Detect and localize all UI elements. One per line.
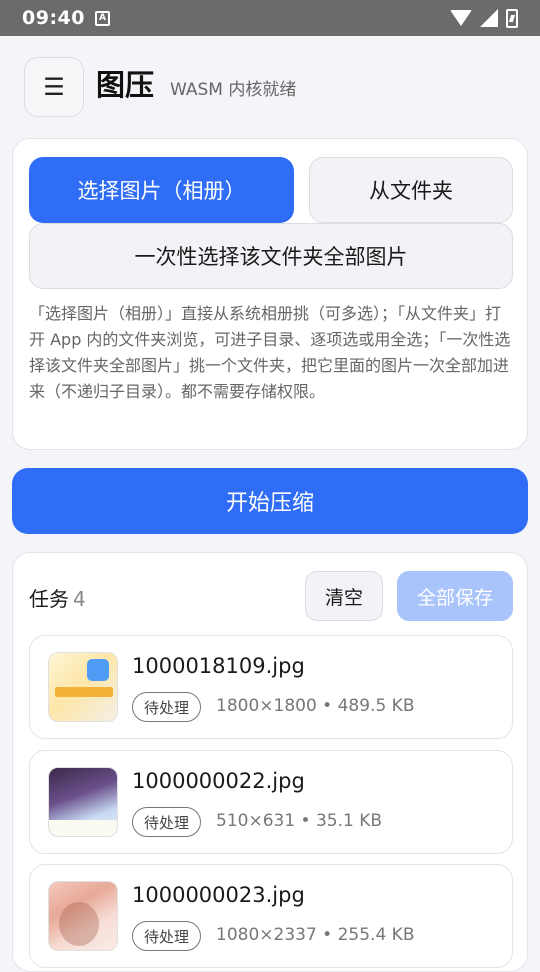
image-thumbnail xyxy=(48,881,118,951)
tasks-heading: 任务 4 xyxy=(29,583,86,612)
menu-button[interactable]: ☰ xyxy=(24,57,84,117)
task-item[interactable]: 1000018109.jpg 待处理 1800×1800 • 489.5 KB xyxy=(29,635,513,739)
status-badge: 待处理 xyxy=(132,921,202,951)
save-all-button[interactable]: 全部保存 xyxy=(397,571,513,621)
picker-card: 选择图片（相册） 从文件夹 一次性选择该文件夹全部图片 「选择图片（相册）」直接… xyxy=(12,138,528,450)
select-from-album-button[interactable]: 选择图片（相册） xyxy=(29,157,294,223)
signal-icon xyxy=(480,9,498,27)
task-meta: 1800×1800 • 489.5 KB xyxy=(216,696,415,716)
start-compress-button[interactable]: 开始压缩 xyxy=(12,468,528,534)
status-bar: 09:40 A xyxy=(0,0,540,36)
task-item[interactable]: 1000000022.jpg 待处理 510×631 • 35.1 KB xyxy=(29,750,513,854)
image-thumbnail xyxy=(48,767,118,837)
photo-graphic xyxy=(59,902,99,946)
task-item[interactable]: 1000000023.jpg 待处理 1080×2337 • 255.4 KB xyxy=(29,864,513,968)
clear-button[interactable]: 清空 xyxy=(305,571,383,621)
select-from-folder-button[interactable]: 从文件夹 xyxy=(309,157,513,223)
wifi-icon xyxy=(450,10,472,26)
tasks-count: 4 xyxy=(73,587,86,611)
app-title: 图压 xyxy=(96,68,155,102)
notification-a-icon: A xyxy=(94,10,110,26)
logo-graphic xyxy=(87,659,109,681)
status-time: 09:40 xyxy=(22,7,85,29)
engine-status: WASM 内核就绪 xyxy=(170,80,297,100)
status-badge: 待处理 xyxy=(132,807,202,837)
image-thumbnail xyxy=(48,652,118,722)
battery-charging-icon xyxy=(506,8,518,28)
task-meta: 1080×2337 • 255.4 KB xyxy=(216,925,415,945)
caption-strip xyxy=(49,820,117,836)
tasks-card: 任务 4 清空 全部保存 1000018109.jpg 待处理 1800×1800… xyxy=(12,552,528,972)
select-whole-folder-button[interactable]: 一次性选择该文件夹全部图片 xyxy=(29,223,513,289)
banner-graphic xyxy=(55,687,113,697)
task-filename: 1000018109.jpg xyxy=(132,654,305,678)
picker-help-text: 「选择图片（相册）」直接从系统相册挑（可多选）；「从文件夹」打开 App 内的文… xyxy=(29,304,511,401)
tasks-label: 任务 xyxy=(29,587,69,611)
menu-icon: ☰ xyxy=(43,73,65,101)
task-filename: 1000000022.jpg xyxy=(132,769,305,793)
task-filename: 1000000023.jpg xyxy=(132,883,305,907)
status-icons xyxy=(450,8,518,28)
status-badge: 待处理 xyxy=(132,692,202,722)
task-meta: 510×631 • 35.1 KB xyxy=(216,811,383,831)
